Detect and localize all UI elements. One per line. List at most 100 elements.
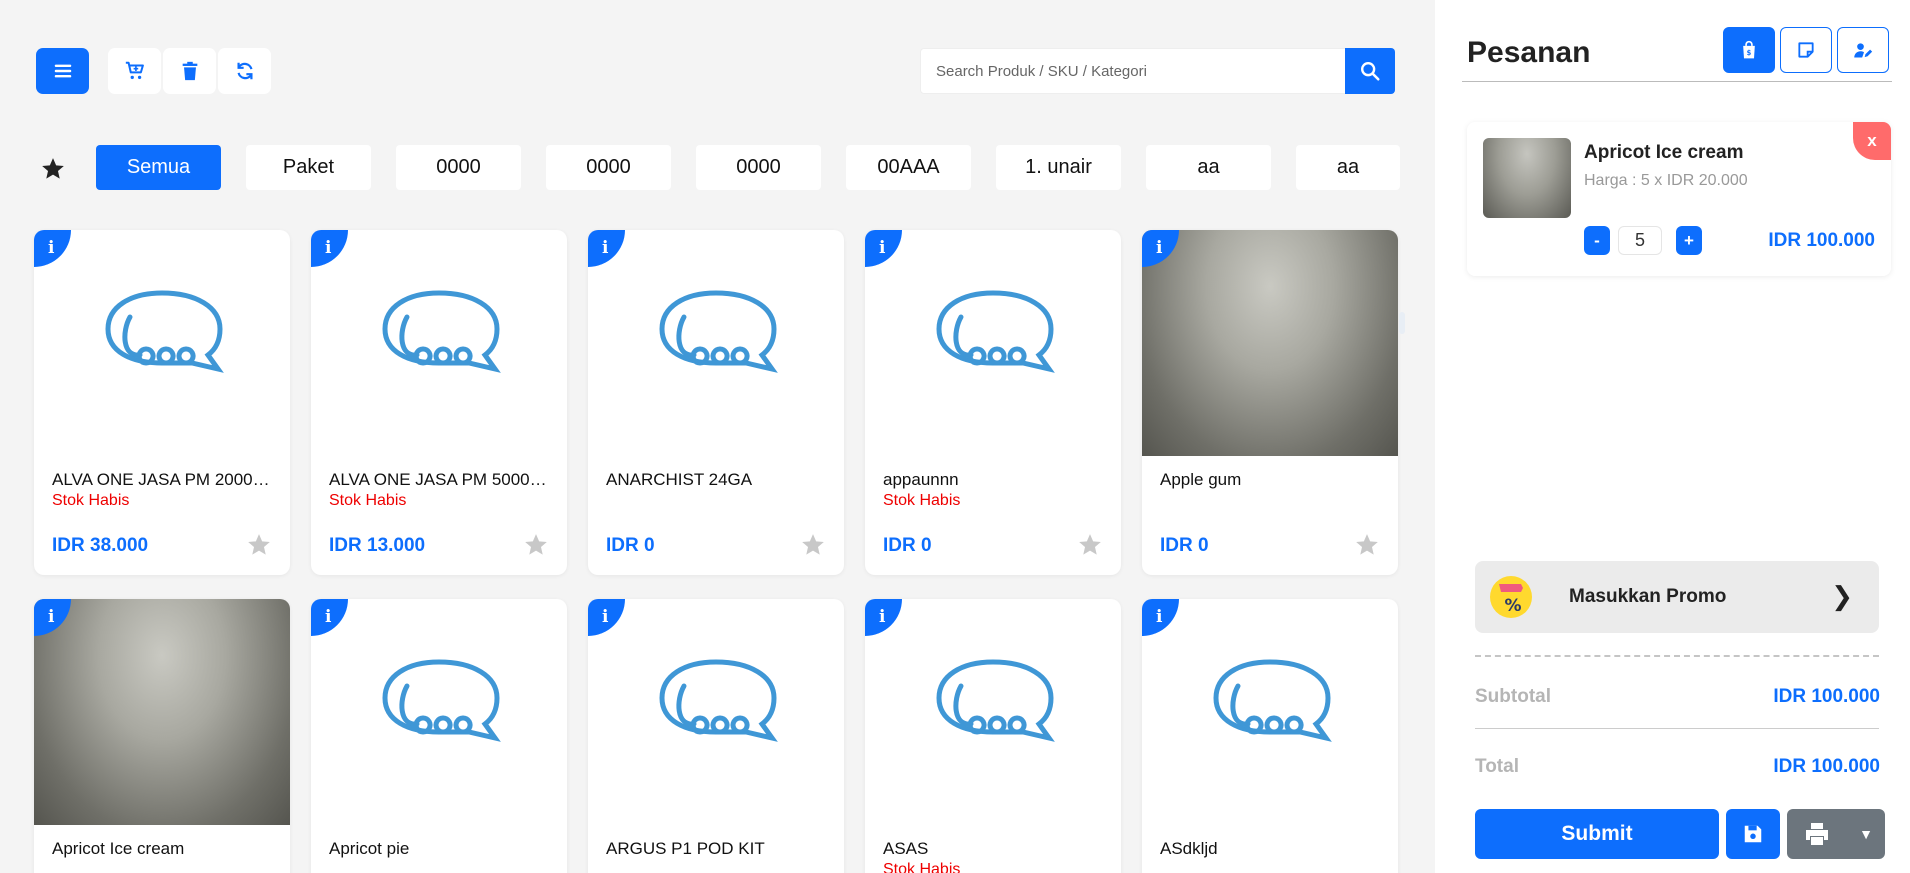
product-price: IDR 0: [1160, 535, 1209, 556]
product-image-placeholder: [865, 599, 1121, 825]
loo-logo-icon: [659, 290, 778, 373]
print-options-caret[interactable]: ▼: [1847, 826, 1885, 842]
subtotal-label: Subtotal: [1475, 686, 1551, 707]
scroll-handle[interactable]: [1399, 312, 1405, 334]
favorite-star-icon[interactable]: [1077, 532, 1103, 558]
save-icon: [1744, 825, 1762, 843]
product-card[interactable]: i Apple gum IDR 0: [1142, 230, 1398, 575]
product-card[interactable]: i Apricot Ice cream: [34, 599, 290, 873]
category-tab[interactable]: 1. unair: [996, 145, 1121, 190]
tab-note[interactable]: [1780, 27, 1832, 73]
product-price: IDR 38.000: [52, 535, 149, 556]
product-image-placeholder: [588, 599, 844, 825]
product-name: ALVA ONE JASA PM 200000 …: [52, 470, 272, 489]
print-button[interactable]: ▼: [1787, 809, 1885, 859]
product-price: IDR 13.000: [329, 535, 426, 556]
product-name: Apricot Ice cream: [52, 839, 185, 858]
submit-button[interactable]: Submit: [1475, 809, 1719, 859]
product-area: Semua Paket 0000 0000 0000 00AAA 1. unai…: [0, 0, 1435, 873]
quantity-input[interactable]: 5: [1618, 226, 1662, 255]
product-image-placeholder: [311, 230, 567, 456]
product-name: ANARCHIST 24GA: [606, 470, 753, 489]
stock-status: Stok Habis: [52, 492, 130, 509]
product-card[interactable]: i Apricot pie: [311, 599, 567, 873]
order-item-price-line: Harga : 5 x IDR 20.000: [1584, 172, 1748, 189]
product-name: Apple gum: [1160, 470, 1242, 489]
product-name: ASdkljd: [1160, 839, 1218, 858]
product-name: ARGUS P1 POD KIT: [606, 839, 765, 858]
total-value: IDR 100.000: [1773, 756, 1880, 777]
printer-icon: [1806, 823, 1828, 845]
favorite-star-icon[interactable]: [246, 532, 272, 558]
product-card[interactable]: i ARGUS P1 POD KIT: [588, 599, 844, 873]
subtotal-value: IDR 100.000: [1773, 686, 1880, 707]
category-tab[interactable]: 0000: [546, 145, 671, 190]
tab-shopping-bag[interactable]: $: [1723, 27, 1775, 73]
search-icon: [1361, 62, 1380, 81]
loo-logo-icon: [936, 290, 1055, 373]
favorites-star-icon[interactable]: [40, 156, 66, 182]
svg-text:$: $: [1747, 49, 1752, 57]
product-image-placeholder: [588, 230, 844, 456]
cart-icon: [125, 61, 144, 80]
save-button[interactable]: [1726, 809, 1780, 859]
shopping-bag-icon: $: [1743, 40, 1755, 59]
increase-qty-button[interactable]: +: [1676, 226, 1702, 255]
loo-logo-icon: [1213, 659, 1332, 742]
category-tab[interactable]: 0000: [696, 145, 821, 190]
remove-item-button[interactable]: x: [1853, 122, 1891, 160]
loo-logo-icon: [382, 659, 501, 742]
product-image-placeholder: [311, 599, 567, 825]
svg-text:%: %: [1504, 596, 1521, 616]
refresh-button[interactable]: [218, 48, 271, 94]
stock-status: Stok Habis: [329, 492, 407, 509]
search-field[interactable]: [920, 48, 1346, 94]
order-item-photo: [1483, 138, 1571, 218]
category-tab[interactable]: Paket: [246, 145, 371, 190]
order-item: Apricot Ice cream Harga : 5 x IDR 20.000…: [1467, 122, 1891, 276]
product-image-placeholder: [1142, 599, 1398, 825]
product-card[interactable]: i ASAS Stok Habis: [865, 599, 1121, 873]
trash-icon: [182, 61, 197, 81]
summary-divider: [1475, 728, 1879, 729]
chevron-right-icon: ❯: [1831, 581, 1853, 611]
category-tab[interactable]: 00AAA: [846, 145, 971, 190]
product-card[interactable]: i appaunnn Stok Habis IDR 0: [865, 230, 1121, 575]
dashed-divider: [1475, 655, 1879, 657]
product-price: IDR 0: [883, 535, 932, 556]
stock-status: Stok Habis: [883, 492, 961, 509]
promo-coupon-icon: %: [1490, 576, 1532, 618]
search-input[interactable]: [936, 62, 1330, 80]
menu-icon: [54, 64, 71, 78]
promo-label: Masukkan Promo: [1569, 586, 1727, 607]
order-item-total: IDR 100.000: [1768, 230, 1875, 251]
decrease-qty-button[interactable]: -: [1584, 226, 1610, 255]
favorite-star-icon[interactable]: [523, 532, 549, 558]
product-photo: [1142, 230, 1398, 456]
category-tab[interactable]: 0000: [396, 145, 521, 190]
product-card[interactable]: i ASdkljd: [1142, 599, 1398, 873]
delete-button[interactable]: [163, 48, 216, 94]
refresh-icon: [236, 62, 253, 80]
category-tab[interactable]: aa: [1146, 145, 1271, 190]
promo-button[interactable]: % Masukkan Promo ❯: [1475, 561, 1879, 633]
print-main[interactable]: [1787, 820, 1847, 848]
favorite-star-icon[interactable]: [800, 532, 826, 558]
tab-customer[interactable]: [1837, 27, 1889, 73]
total-label: Total: [1475, 756, 1519, 777]
product-photo: [34, 599, 290, 825]
product-card[interactable]: i ANARCHIST 24GA IDR 0: [588, 230, 844, 575]
product-name: appaunnn: [883, 470, 959, 489]
panel-divider: [1462, 81, 1892, 82]
cart-button[interactable]: [108, 48, 161, 94]
search-button[interactable]: [1345, 48, 1395, 94]
product-card[interactable]: i ALVA ONE JASA PM 200000 … Stok Habis I…: [34, 230, 290, 575]
loo-logo-icon: [936, 659, 1055, 742]
category-tab[interactable]: Semua: [96, 145, 221, 190]
product-name: ASAS: [883, 839, 929, 858]
category-tab[interactable]: aa: [1296, 145, 1400, 190]
favorite-star-icon[interactable]: [1354, 532, 1380, 558]
product-price: IDR 0: [606, 535, 655, 556]
menu-button[interactable]: [36, 48, 89, 94]
product-card[interactable]: i ALVA ONE JASA PM 5000 … Stok Habis IDR…: [311, 230, 567, 575]
